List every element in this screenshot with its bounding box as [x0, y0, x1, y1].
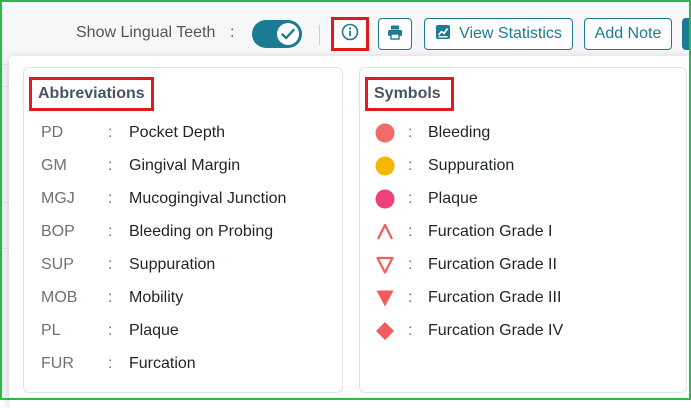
screenshot-frame [0, 0, 691, 400]
